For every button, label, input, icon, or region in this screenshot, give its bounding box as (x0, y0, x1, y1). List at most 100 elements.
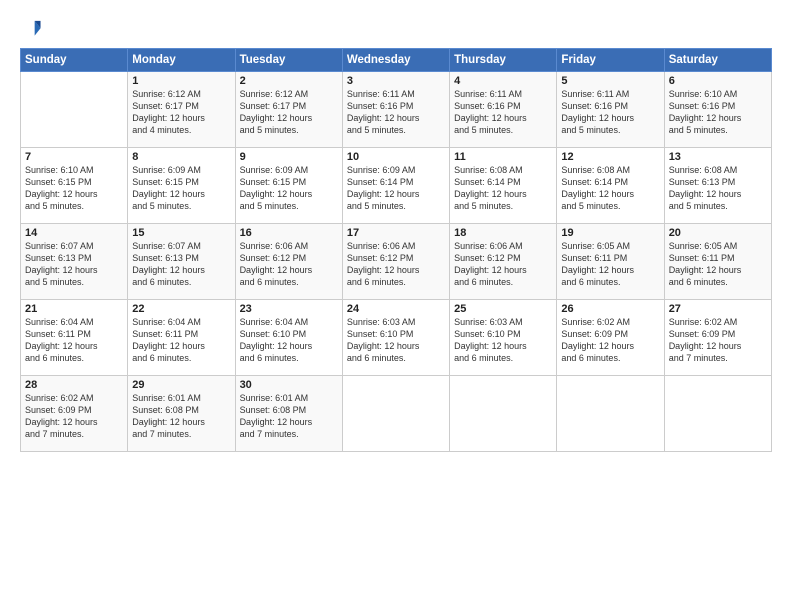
day-number: 14 (25, 227, 123, 239)
calendar-cell: 12Sunrise: 6:08 AMSunset: 6:14 PMDayligh… (557, 148, 664, 224)
day-number: 15 (132, 227, 230, 239)
day-info: Sunrise: 6:01 AMSunset: 6:08 PMDaylight:… (240, 392, 338, 441)
day-number: 12 (561, 151, 659, 163)
day-number: 10 (347, 151, 445, 163)
day-number: 19 (561, 227, 659, 239)
calendar-cell: 10Sunrise: 6:09 AMSunset: 6:14 PMDayligh… (342, 148, 449, 224)
day-number: 5 (561, 75, 659, 87)
day-number: 26 (561, 303, 659, 315)
calendar-cell: 24Sunrise: 6:03 AMSunset: 6:10 PMDayligh… (342, 300, 449, 376)
calendar-cell: 25Sunrise: 6:03 AMSunset: 6:10 PMDayligh… (450, 300, 557, 376)
calendar-week-row: 28Sunrise: 6:02 AMSunset: 6:09 PMDayligh… (21, 376, 772, 452)
day-info: Sunrise: 6:05 AMSunset: 6:11 PMDaylight:… (669, 240, 767, 289)
logo-icon (20, 18, 42, 40)
weekday-header-cell: Monday (128, 49, 235, 72)
weekday-header-cell: Friday (557, 49, 664, 72)
day-info: Sunrise: 6:07 AMSunset: 6:13 PMDaylight:… (25, 240, 123, 289)
day-number: 16 (240, 227, 338, 239)
day-info: Sunrise: 6:02 AMSunset: 6:09 PMDaylight:… (561, 316, 659, 365)
day-info: Sunrise: 6:10 AMSunset: 6:16 PMDaylight:… (669, 88, 767, 137)
weekday-header-row: SundayMondayTuesdayWednesdayThursdayFrid… (21, 49, 772, 72)
day-number: 23 (240, 303, 338, 315)
calendar-cell: 17Sunrise: 6:06 AMSunset: 6:12 PMDayligh… (342, 224, 449, 300)
calendar-week-row: 1Sunrise: 6:12 AMSunset: 6:17 PMDaylight… (21, 72, 772, 148)
weekday-header-cell: Tuesday (235, 49, 342, 72)
weekday-header-cell: Thursday (450, 49, 557, 72)
calendar-table: SundayMondayTuesdayWednesdayThursdayFrid… (20, 48, 772, 452)
day-number: 4 (454, 75, 552, 87)
calendar-cell: 22Sunrise: 6:04 AMSunset: 6:11 PMDayligh… (128, 300, 235, 376)
day-info: Sunrise: 6:09 AMSunset: 6:15 PMDaylight:… (240, 164, 338, 213)
page: SundayMondayTuesdayWednesdayThursdayFrid… (0, 0, 792, 612)
day-number: 21 (25, 303, 123, 315)
calendar-cell: 9Sunrise: 6:09 AMSunset: 6:15 PMDaylight… (235, 148, 342, 224)
day-info: Sunrise: 6:08 AMSunset: 6:14 PMDaylight:… (454, 164, 552, 213)
day-info: Sunrise: 6:01 AMSunset: 6:08 PMDaylight:… (132, 392, 230, 441)
day-info: Sunrise: 6:06 AMSunset: 6:12 PMDaylight:… (347, 240, 445, 289)
calendar-cell: 5Sunrise: 6:11 AMSunset: 6:16 PMDaylight… (557, 72, 664, 148)
calendar-cell: 8Sunrise: 6:09 AMSunset: 6:15 PMDaylight… (128, 148, 235, 224)
day-number: 30 (240, 379, 338, 391)
calendar-cell (450, 376, 557, 452)
day-info: Sunrise: 6:11 AMSunset: 6:16 PMDaylight:… (561, 88, 659, 137)
calendar-cell: 3Sunrise: 6:11 AMSunset: 6:16 PMDaylight… (342, 72, 449, 148)
calendar-cell (342, 376, 449, 452)
calendar-cell: 30Sunrise: 6:01 AMSunset: 6:08 PMDayligh… (235, 376, 342, 452)
day-info: Sunrise: 6:11 AMSunset: 6:16 PMDaylight:… (347, 88, 445, 137)
calendar-cell: 1Sunrise: 6:12 AMSunset: 6:17 PMDaylight… (128, 72, 235, 148)
day-info: Sunrise: 6:08 AMSunset: 6:13 PMDaylight:… (669, 164, 767, 213)
day-number: 22 (132, 303, 230, 315)
day-number: 25 (454, 303, 552, 315)
day-number: 24 (347, 303, 445, 315)
logo (20, 18, 46, 40)
day-number: 11 (454, 151, 552, 163)
day-info: Sunrise: 6:07 AMSunset: 6:13 PMDaylight:… (132, 240, 230, 289)
day-info: Sunrise: 6:03 AMSunset: 6:10 PMDaylight:… (347, 316, 445, 365)
calendar-cell: 29Sunrise: 6:01 AMSunset: 6:08 PMDayligh… (128, 376, 235, 452)
calendar-cell (664, 376, 771, 452)
calendar-week-row: 14Sunrise: 6:07 AMSunset: 6:13 PMDayligh… (21, 224, 772, 300)
day-info: Sunrise: 6:09 AMSunset: 6:15 PMDaylight:… (132, 164, 230, 213)
calendar-week-row: 21Sunrise: 6:04 AMSunset: 6:11 PMDayligh… (21, 300, 772, 376)
calendar-cell: 16Sunrise: 6:06 AMSunset: 6:12 PMDayligh… (235, 224, 342, 300)
day-number: 6 (669, 75, 767, 87)
calendar-cell: 26Sunrise: 6:02 AMSunset: 6:09 PMDayligh… (557, 300, 664, 376)
day-info: Sunrise: 6:02 AMSunset: 6:09 PMDaylight:… (25, 392, 123, 441)
day-number: 20 (669, 227, 767, 239)
header (20, 18, 772, 40)
day-info: Sunrise: 6:06 AMSunset: 6:12 PMDaylight:… (240, 240, 338, 289)
day-info: Sunrise: 6:02 AMSunset: 6:09 PMDaylight:… (669, 316, 767, 365)
calendar-cell (21, 72, 128, 148)
day-info: Sunrise: 6:04 AMSunset: 6:11 PMDaylight:… (25, 316, 123, 365)
calendar-cell: 28Sunrise: 6:02 AMSunset: 6:09 PMDayligh… (21, 376, 128, 452)
day-number: 29 (132, 379, 230, 391)
calendar-cell: 18Sunrise: 6:06 AMSunset: 6:12 PMDayligh… (450, 224, 557, 300)
day-number: 13 (669, 151, 767, 163)
day-number: 3 (347, 75, 445, 87)
day-info: Sunrise: 6:11 AMSunset: 6:16 PMDaylight:… (454, 88, 552, 137)
day-info: Sunrise: 6:12 AMSunset: 6:17 PMDaylight:… (240, 88, 338, 137)
day-info: Sunrise: 6:10 AMSunset: 6:15 PMDaylight:… (25, 164, 123, 213)
day-number: 2 (240, 75, 338, 87)
day-number: 17 (347, 227, 445, 239)
calendar-cell: 15Sunrise: 6:07 AMSunset: 6:13 PMDayligh… (128, 224, 235, 300)
calendar-cell: 14Sunrise: 6:07 AMSunset: 6:13 PMDayligh… (21, 224, 128, 300)
day-number: 1 (132, 75, 230, 87)
day-number: 28 (25, 379, 123, 391)
calendar-cell: 27Sunrise: 6:02 AMSunset: 6:09 PMDayligh… (664, 300, 771, 376)
calendar-cell: 4Sunrise: 6:11 AMSunset: 6:16 PMDaylight… (450, 72, 557, 148)
day-number: 7 (25, 151, 123, 163)
calendar-week-row: 7Sunrise: 6:10 AMSunset: 6:15 PMDaylight… (21, 148, 772, 224)
day-info: Sunrise: 6:12 AMSunset: 6:17 PMDaylight:… (132, 88, 230, 137)
calendar-cell: 21Sunrise: 6:04 AMSunset: 6:11 PMDayligh… (21, 300, 128, 376)
day-info: Sunrise: 6:05 AMSunset: 6:11 PMDaylight:… (561, 240, 659, 289)
calendar-cell: 11Sunrise: 6:08 AMSunset: 6:14 PMDayligh… (450, 148, 557, 224)
calendar-cell: 2Sunrise: 6:12 AMSunset: 6:17 PMDaylight… (235, 72, 342, 148)
day-number: 18 (454, 227, 552, 239)
day-info: Sunrise: 6:09 AMSunset: 6:14 PMDaylight:… (347, 164, 445, 213)
day-info: Sunrise: 6:08 AMSunset: 6:14 PMDaylight:… (561, 164, 659, 213)
calendar-cell: 13Sunrise: 6:08 AMSunset: 6:13 PMDayligh… (664, 148, 771, 224)
day-number: 8 (132, 151, 230, 163)
day-info: Sunrise: 6:04 AMSunset: 6:10 PMDaylight:… (240, 316, 338, 365)
calendar-cell: 19Sunrise: 6:05 AMSunset: 6:11 PMDayligh… (557, 224, 664, 300)
